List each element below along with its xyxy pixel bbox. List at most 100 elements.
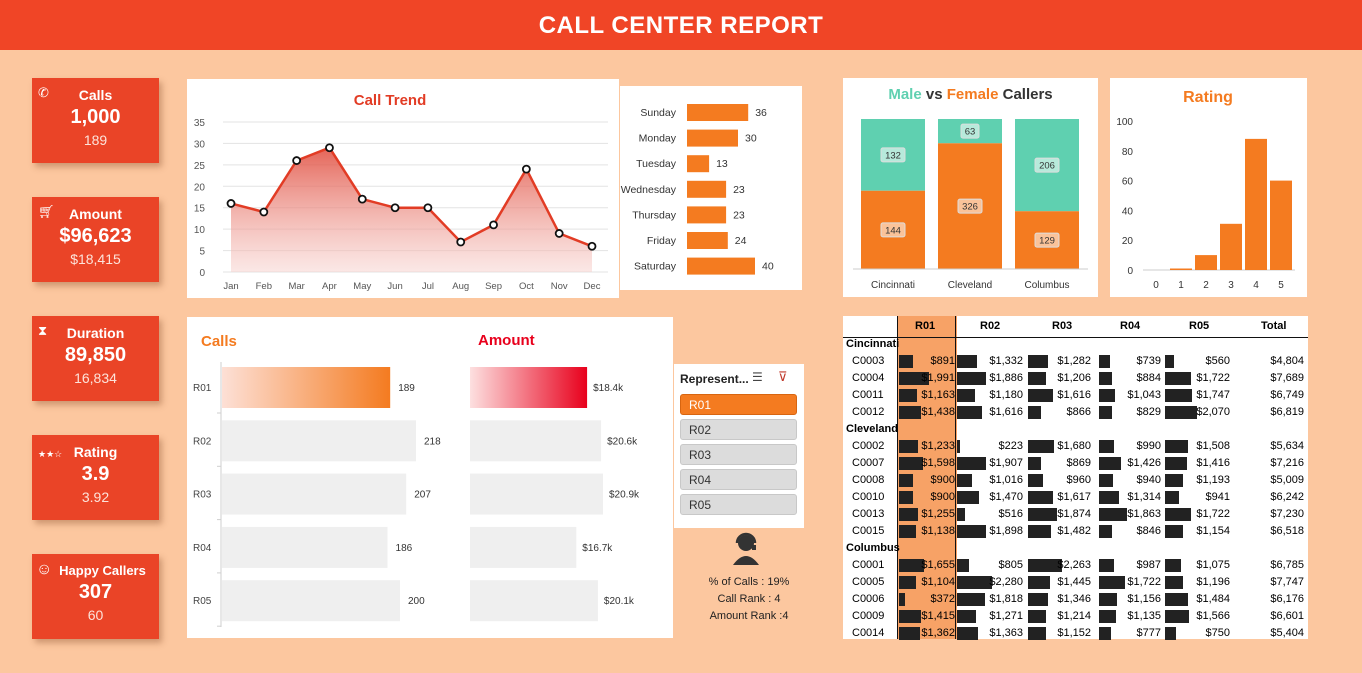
table-cell: $891 [930, 355, 955, 367]
table-data-bar [1165, 610, 1189, 623]
trend-point [357, 194, 367, 204]
table-cell: $5,404 [1270, 627, 1304, 639]
weekday-value-label: 30 [745, 133, 757, 145]
table-cell: $1,416 [1196, 457, 1230, 469]
x-tick-label: Aug [452, 281, 469, 292]
table-cell: $1,722 [1196, 508, 1230, 520]
table-row-id: C0011 [852, 389, 884, 401]
x-tick-label: 1 [1178, 280, 1184, 291]
slicer-item-r02[interactable]: R02 [680, 419, 797, 440]
y-tick-label: 20 [1122, 236, 1134, 247]
table-data-bar [1165, 559, 1182, 572]
table-data-bar [957, 355, 978, 368]
table-data-bar [1165, 457, 1187, 470]
table-cell: $1,482 [1057, 525, 1091, 537]
table-cell: $1,722 [1196, 372, 1230, 384]
rep-slicer: Represent... ☰ ⊽ R01 R02 R03 R04 R05 [674, 364, 804, 528]
calls-bar [222, 367, 391, 408]
amount-value-label: $20.9k [609, 490, 640, 501]
table-data-bar [957, 491, 980, 504]
amount-bar [470, 367, 588, 408]
slicer-item-r01[interactable]: R01 [680, 394, 797, 415]
multi-select-icon[interactable]: ☰ [752, 370, 763, 384]
calls-value-label: 218 [424, 436, 441, 447]
calls-chart-title: Calls [201, 333, 237, 350]
table-cell: $1,508 [1196, 440, 1230, 452]
table-data-bar [1028, 372, 1047, 385]
table-data-bar [1165, 525, 1183, 538]
table-cell: $1,135 [1127, 610, 1161, 622]
table-cell: $1,193 [1196, 474, 1230, 486]
table-cell: $869 [1066, 457, 1091, 469]
pct-calls-text: % of Calls : 19% [708, 576, 790, 588]
table-cell: $829 [1136, 406, 1161, 418]
table-header-r02: R02 [980, 320, 1001, 332]
amount-bar [470, 420, 602, 462]
table-cell: $2,280 [989, 576, 1023, 588]
male-value-label: 206 [1039, 161, 1055, 172]
slicer-item-r05[interactable]: R05 [680, 494, 797, 515]
weekday-label: Saturday [634, 261, 677, 273]
table-data-bar [1028, 593, 1049, 606]
amount-bar [470, 526, 577, 568]
table-data-bar [899, 593, 905, 606]
table-data-bar [1028, 389, 1053, 402]
x-tick-label: Nov [551, 281, 568, 292]
weekday-label: Sunday [640, 107, 676, 119]
slicer-item-r04[interactable]: R04 [680, 469, 797, 490]
table-data-bar [1165, 576, 1184, 589]
rating-chart: Rating 0 20 40 60 80 100 0 1 2 3 4 5 [1116, 89, 1295, 291]
table-cell: $1,233 [921, 440, 955, 452]
kpi-value: $96,623 [59, 225, 132, 247]
table-data-bar [1099, 457, 1121, 470]
table-data-bar [957, 610, 977, 623]
table-cell: $7,230 [1270, 508, 1304, 520]
trend-point [325, 143, 334, 153]
table-cell: $884 [1136, 372, 1161, 384]
table-data-bar [1099, 474, 1114, 487]
weekday-bar [687, 257, 755, 275]
slicer-item-r03[interactable]: R03 [680, 444, 797, 465]
rating-bar [1195, 255, 1217, 270]
table-cell: $1,874 [1057, 508, 1091, 520]
table-cell: $516 [998, 508, 1023, 520]
table-cell: $941 [1205, 491, 1230, 503]
weekday-bar [687, 129, 738, 147]
table-data-bar [1165, 372, 1192, 385]
table-row-id: C0005 [852, 576, 885, 588]
table-cell: $1,152 [1057, 627, 1091, 639]
table-cell: $1,271 [989, 610, 1023, 622]
city-label: Cleveland [948, 280, 992, 291]
rating-bar [1170, 268, 1192, 270]
weekday-bar [687, 206, 727, 224]
table-cell: $1,484 [1196, 593, 1230, 605]
table-data-bar [1099, 525, 1112, 538]
trend-point [390, 203, 400, 213]
y-tick-label: 20 [194, 182, 206, 193]
table-data-bar [1099, 355, 1111, 368]
x-tick-label: Sep [485, 281, 502, 292]
table-data-bar [899, 525, 917, 538]
table-cell: $1,282 [1057, 355, 1091, 367]
table-data-bar [1099, 440, 1115, 453]
calls-value-label: 200 [408, 596, 425, 607]
table-data-bar [1165, 593, 1188, 606]
table-cell: $1,043 [1127, 389, 1161, 401]
y-tick-label: 0 [199, 268, 205, 279]
table-row-id: C0012 [852, 406, 885, 418]
clear-filter-icon[interactable]: ⊽ [778, 369, 788, 385]
table-data-bar [1028, 525, 1051, 538]
trend-point [259, 207, 269, 217]
calls-bar [222, 526, 388, 568]
kpi-value: 89,850 [64, 344, 127, 366]
table-cell: $1,907 [989, 457, 1023, 469]
table-data-bar [1099, 593, 1117, 606]
column-divider [955, 316, 956, 639]
table-cell: $1,655 [921, 559, 955, 571]
y-tick-label: 0 [1127, 266, 1133, 277]
table-header-total: Total [1261, 320, 1287, 332]
table-header-r03: R03 [1052, 320, 1073, 332]
table-cell: $940 [1136, 474, 1161, 486]
weekday-label: Friday [647, 235, 677, 247]
table-cell: $1,346 [1057, 593, 1091, 605]
